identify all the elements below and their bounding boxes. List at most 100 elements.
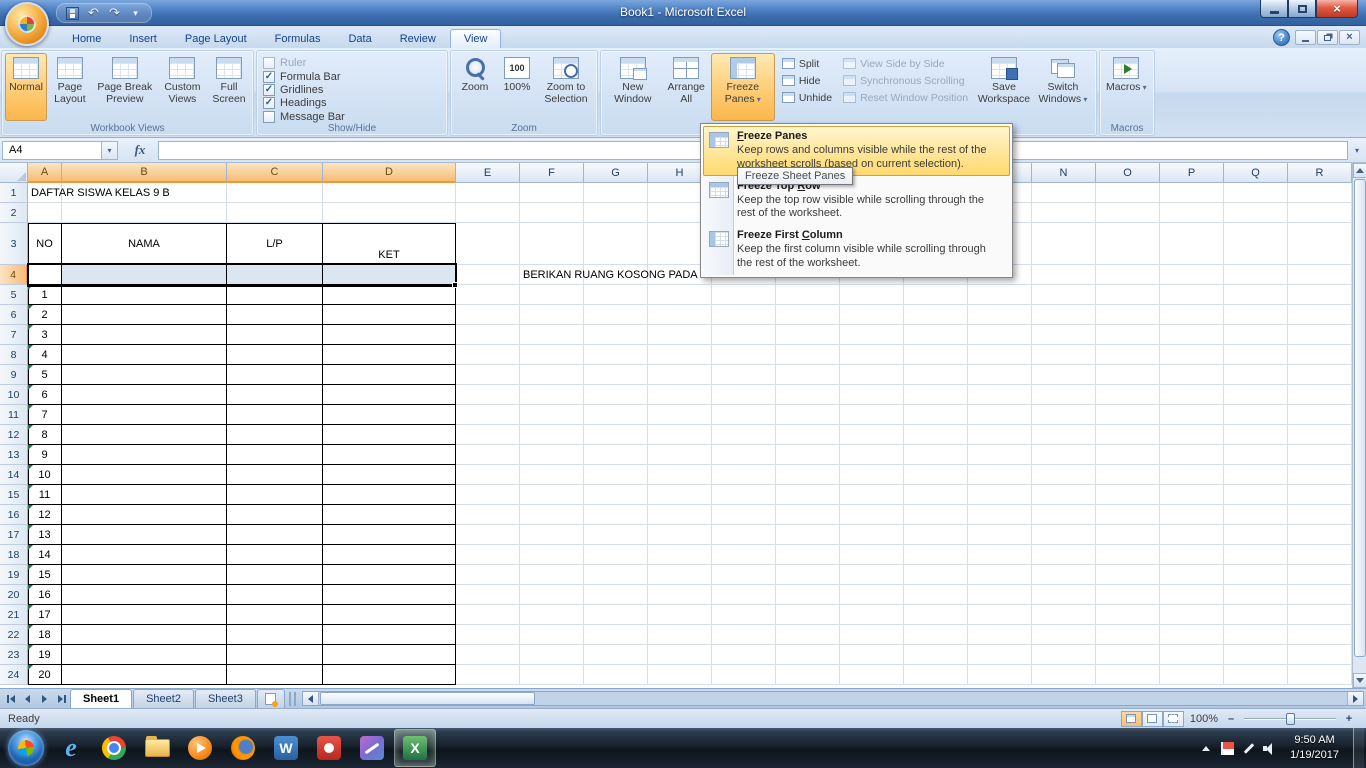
cell-p14[interactable] xyxy=(1160,465,1224,485)
column-header-c[interactable]: C xyxy=(227,163,323,183)
cell-n4[interactable] xyxy=(1032,265,1096,285)
cell-b10[interactable] xyxy=(62,385,227,405)
column-header-b[interactable]: B xyxy=(62,163,227,183)
cell-q10[interactable] xyxy=(1224,385,1288,405)
formula-bar-expand-button[interactable]: ▾ xyxy=(1350,141,1364,160)
cell-d15[interactable] xyxy=(323,485,456,505)
cell-c20[interactable] xyxy=(227,585,323,605)
cell-k12[interactable] xyxy=(840,425,904,445)
cell-l8[interactable] xyxy=(904,345,968,365)
cell-e9[interactable] xyxy=(456,365,520,385)
zoom-in-button[interactable]: + xyxy=(1342,713,1356,725)
cell-b17[interactable] xyxy=(62,525,227,545)
cell-n11[interactable] xyxy=(1032,405,1096,425)
cell-d6[interactable] xyxy=(323,305,456,325)
cell-n17[interactable] xyxy=(1032,525,1096,545)
cell-k23[interactable] xyxy=(840,645,904,665)
cell-m23[interactable] xyxy=(968,645,1032,665)
cell-c21[interactable] xyxy=(227,605,323,625)
cell-f6[interactable] xyxy=(520,305,584,325)
cell-g22[interactable] xyxy=(584,625,648,645)
office-button[interactable] xyxy=(5,2,49,46)
row-header-2[interactable]: 2 xyxy=(0,203,28,223)
cell-n18[interactable] xyxy=(1032,545,1096,565)
cell-d11[interactable] xyxy=(323,405,456,425)
cell-r22[interactable] xyxy=(1288,625,1352,645)
cell-d12[interactable] xyxy=(323,425,456,445)
column-header-e[interactable]: E xyxy=(456,163,520,183)
zoom-out-button[interactable]: – xyxy=(1224,713,1238,725)
cell-q22[interactable] xyxy=(1224,625,1288,645)
cell-d21[interactable] xyxy=(323,605,456,625)
cell-q15[interactable] xyxy=(1224,485,1288,505)
cell-j9[interactable] xyxy=(776,365,840,385)
cell-e3[interactable] xyxy=(456,223,520,265)
cell-e14[interactable] xyxy=(456,465,520,485)
cell-c5[interactable] xyxy=(227,285,323,305)
cell-h21[interactable] xyxy=(648,605,712,625)
cell-o14[interactable] xyxy=(1096,465,1160,485)
cell-o20[interactable] xyxy=(1096,585,1160,605)
cell-d17[interactable] xyxy=(323,525,456,545)
cell-p3[interactable] xyxy=(1160,223,1224,265)
cell-q9[interactable] xyxy=(1224,365,1288,385)
cell-a21[interactable]: 17 xyxy=(28,605,62,625)
cell-i21[interactable] xyxy=(712,605,776,625)
cell-e8[interactable] xyxy=(456,345,520,365)
cell-i7[interactable] xyxy=(712,325,776,345)
row-header-21[interactable]: 21 xyxy=(0,605,28,625)
100-button[interactable]: 100% xyxy=(496,53,538,121)
cell-e13[interactable] xyxy=(456,445,520,465)
cell-d19[interactable] xyxy=(323,565,456,585)
macros-button[interactable]: Macros ▾ xyxy=(1103,53,1150,121)
cell-e18[interactable] xyxy=(456,545,520,565)
cell-b13[interactable] xyxy=(62,445,227,465)
arrange-all-button[interactable]: Arrange All xyxy=(662,53,711,121)
checkbox-gridlines[interactable]: ✓ Gridlines xyxy=(263,84,441,97)
cell-q23[interactable] xyxy=(1224,645,1288,665)
cell-g13[interactable] xyxy=(584,445,648,465)
cell-j17[interactable] xyxy=(776,525,840,545)
cell-c2[interactable] xyxy=(227,203,323,223)
cell-m12[interactable] xyxy=(968,425,1032,445)
row-header-22[interactable]: 22 xyxy=(0,625,28,645)
cell-o17[interactable] xyxy=(1096,525,1160,545)
row-header-18[interactable]: 18 xyxy=(0,545,28,565)
cell-a15[interactable]: 11 xyxy=(28,485,62,505)
cell-b7[interactable] xyxy=(62,325,227,345)
cell-j21[interactable] xyxy=(776,605,840,625)
cell-i11[interactable] xyxy=(712,405,776,425)
cell-c9[interactable] xyxy=(227,365,323,385)
column-header-f[interactable]: F xyxy=(520,163,584,183)
normal-button[interactable]: Normal xyxy=(5,53,47,121)
cell-c8[interactable] xyxy=(227,345,323,365)
cell-n20[interactable] xyxy=(1032,585,1096,605)
cell-n22[interactable] xyxy=(1032,625,1096,645)
cell-n23[interactable] xyxy=(1032,645,1096,665)
row-header-20[interactable]: 20 xyxy=(0,585,28,605)
cell-h20[interactable] xyxy=(648,585,712,605)
cell-n2[interactable] xyxy=(1032,203,1096,223)
cell-g15[interactable] xyxy=(584,485,648,505)
switch-windows-button[interactable]: Switch Windows ▾ xyxy=(1033,53,1093,121)
tab-review[interactable]: Review xyxy=(386,29,450,48)
cell-r18[interactable] xyxy=(1288,545,1352,565)
name-box-dropdown-icon[interactable]: ▾ xyxy=(102,140,118,160)
cell-q16[interactable] xyxy=(1224,505,1288,525)
zoom-button[interactable]: Zoom xyxy=(454,53,496,121)
zoom-slider-thumb[interactable] xyxy=(1286,712,1295,725)
cell-f2[interactable] xyxy=(520,203,584,223)
cell-n6[interactable] xyxy=(1032,305,1096,325)
cell-d16[interactable] xyxy=(323,505,456,525)
firefox-icon[interactable] xyxy=(222,729,264,767)
cell-f15[interactable] xyxy=(520,485,584,505)
cell-k11[interactable] xyxy=(840,405,904,425)
cell-f18[interactable] xyxy=(520,545,584,565)
cell-r15[interactable] xyxy=(1288,485,1352,505)
cell-b19[interactable] xyxy=(62,565,227,585)
cell-q2[interactable] xyxy=(1224,203,1288,223)
cell-r7[interactable] xyxy=(1288,325,1352,345)
cell-h6[interactable] xyxy=(648,305,712,325)
page-layout-view-button[interactable] xyxy=(1141,710,1163,727)
cell-f12[interactable] xyxy=(520,425,584,445)
